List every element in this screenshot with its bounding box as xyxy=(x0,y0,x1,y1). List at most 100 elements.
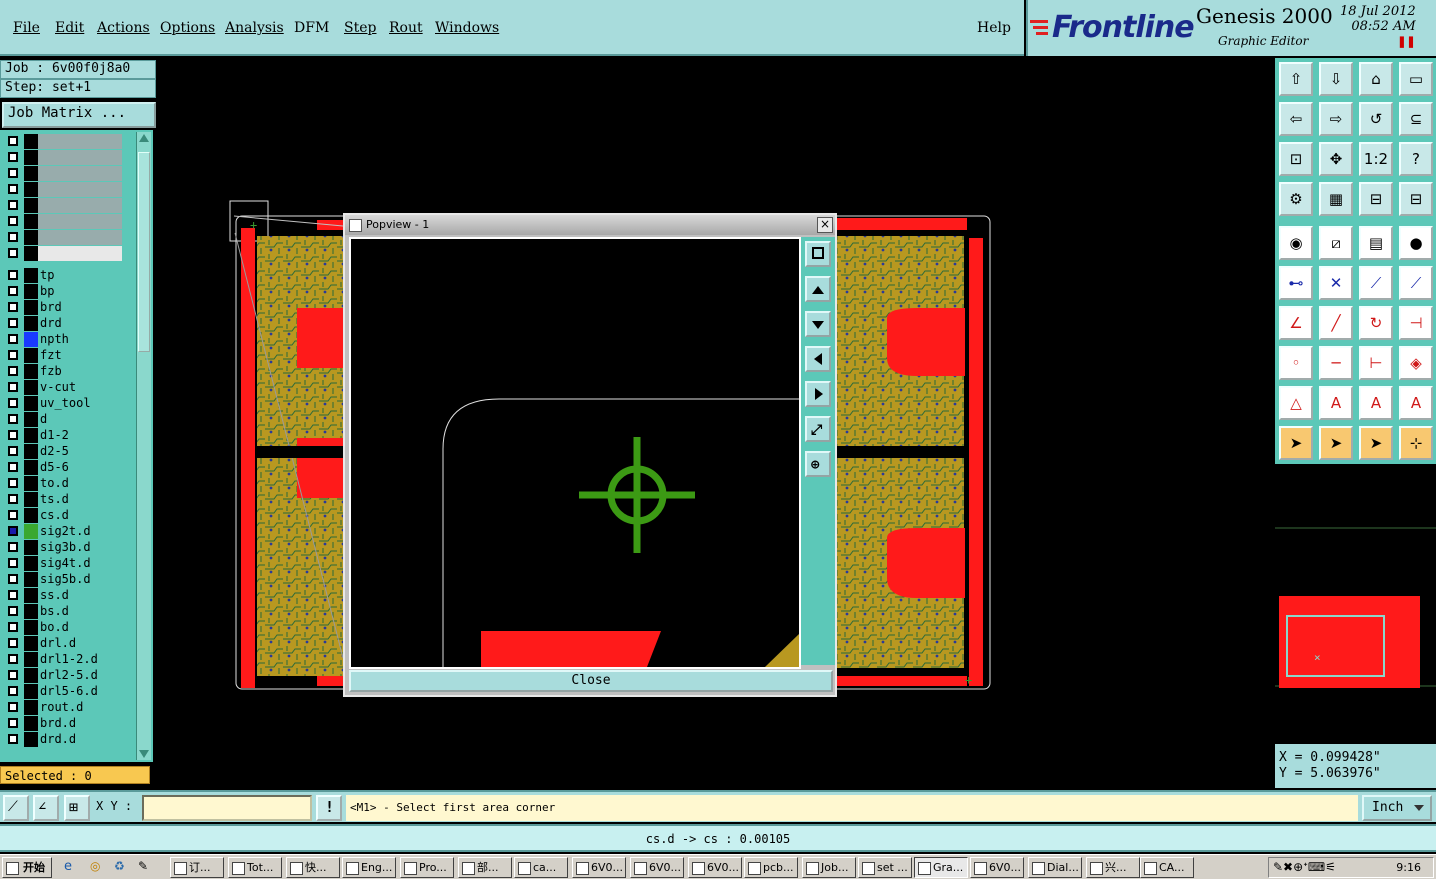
layer-name[interactable]: rout.d xyxy=(38,700,122,715)
zoom-all-tool-button[interactable]: ✥ xyxy=(1319,142,1353,176)
add-pad-tool-button[interactable]: ◦ xyxy=(1279,346,1313,380)
measure-tool-button[interactable]: ⊢ xyxy=(1359,346,1393,380)
fit-screen-tool-button[interactable]: ⊡ xyxy=(1279,142,1313,176)
layer-checkbox[interactable] xyxy=(8,232,18,242)
layer-name[interactable] xyxy=(38,134,122,149)
layer-name[interactable] xyxy=(38,214,122,229)
layer-color-swatch[interactable] xyxy=(24,348,38,363)
zoom-home-tool-button[interactable]: ⇧ xyxy=(1279,62,1313,96)
snap-button[interactable]: ⟋ xyxy=(3,795,29,821)
menu-step[interactable]: Step xyxy=(344,20,376,36)
layer-name[interactable]: bp xyxy=(38,284,122,299)
layer-checkbox[interactable] xyxy=(8,542,18,552)
taskbar-item[interactable]: 6V0... xyxy=(688,857,742,878)
layer-color-swatch[interactable] xyxy=(24,444,38,459)
layer-checkbox[interactable] xyxy=(8,414,18,424)
layer-row[interactable] xyxy=(4,134,122,149)
cut-tool-button[interactable]: ⧄ xyxy=(1319,226,1353,260)
taskbar-item[interactable]: CA... xyxy=(1140,857,1194,878)
layer-row[interactable]: brd.d xyxy=(4,716,122,731)
layer-name[interactable]: sig3b.d xyxy=(38,540,122,555)
layer-name[interactable]: drl2-5.d xyxy=(38,668,122,683)
layer-color-swatch[interactable] xyxy=(24,214,38,229)
browser-icon[interactable]: e xyxy=(64,859,72,874)
layer-checkbox[interactable] xyxy=(8,670,18,680)
layer-color-swatch[interactable] xyxy=(24,246,38,261)
menu-file[interactable]: File xyxy=(13,20,40,36)
snap-red-alt-tool-button[interactable]: ⊟ xyxy=(1399,182,1433,216)
layer-checkbox[interactable] xyxy=(8,654,18,664)
layer-checkbox[interactable] xyxy=(8,136,18,146)
layer-color-swatch[interactable] xyxy=(24,284,38,299)
select-net-tool-button[interactable]: ⊹ xyxy=(1399,426,1433,460)
layer-checkbox[interactable] xyxy=(8,270,18,280)
layer-color-swatch[interactable] xyxy=(24,182,38,197)
layer-name[interactable]: brd.d xyxy=(38,716,122,731)
layer-name[interactable] xyxy=(38,198,122,213)
layer-checkbox[interactable] xyxy=(8,430,18,440)
layer-row[interactable]: fzt xyxy=(4,348,122,363)
layer-checkbox[interactable] xyxy=(8,718,18,728)
layer-row[interactable]: ✎ss.d xyxy=(4,588,122,603)
network-icon[interactable]: ♻ xyxy=(114,859,125,873)
layer-row[interactable]: uv_tool xyxy=(4,396,122,411)
layer-name[interactable]: fzt xyxy=(38,348,122,363)
grid-button[interactable]: ⊞ xyxy=(64,795,90,821)
layer-name[interactable]: bo.d xyxy=(38,620,122,635)
taskbar-item[interactable]: Gra... xyxy=(914,857,968,878)
layer-name[interactable]: drl5-6.d xyxy=(38,684,122,699)
layer-checkbox[interactable] xyxy=(8,606,18,616)
layer-row[interactable]: d xyxy=(4,412,122,427)
layer-checkbox[interactable] xyxy=(8,216,18,226)
layer-row[interactable] xyxy=(4,150,122,165)
line-tool-button[interactable]: ╱ xyxy=(1319,306,1353,340)
layer-name[interactable]: uv_tool xyxy=(38,396,122,411)
layer-checkbox[interactable] xyxy=(8,638,18,648)
layer-color-swatch[interactable] xyxy=(24,556,38,571)
layer-color-swatch[interactable] xyxy=(24,364,38,379)
layer-color-swatch[interactable] xyxy=(24,524,38,539)
start-button[interactable]: 开始 xyxy=(2,857,52,878)
popview-canvas[interactable] xyxy=(349,237,801,669)
pan-right-button[interactable] xyxy=(805,381,831,407)
layer-checkbox[interactable] xyxy=(8,152,18,162)
xy-input[interactable] xyxy=(142,795,312,821)
mirror-tool-button[interactable]: ⊣ xyxy=(1399,306,1433,340)
layer-color-swatch[interactable] xyxy=(24,396,38,411)
layer-color-swatch[interactable] xyxy=(24,332,38,347)
layer-checkbox[interactable] xyxy=(8,526,18,536)
feature-select-tool-button[interactable]: ◉ xyxy=(1279,226,1313,260)
layer-checkbox[interactable] xyxy=(8,574,18,584)
layer-color-swatch[interactable] xyxy=(24,380,38,395)
layer-checkbox[interactable] xyxy=(8,318,18,328)
layer-name[interactable]: npth xyxy=(38,332,122,347)
layer-color-swatch[interactable] xyxy=(24,668,38,683)
layer-row[interactable]: npth xyxy=(4,332,122,347)
layer-row[interactable]: d2-5 xyxy=(4,444,122,459)
delete-tool-button[interactable]: ✕ xyxy=(1319,266,1353,300)
layer-name[interactable]: brd xyxy=(38,300,122,315)
units-selector[interactable]: Inch xyxy=(1362,795,1432,821)
menu-analysis[interactable]: Analysis xyxy=(225,20,284,36)
text-c-tool-button[interactable]: A xyxy=(1399,386,1433,420)
layer-color-swatch[interactable] xyxy=(24,572,38,587)
layer-name[interactable]: v-cut xyxy=(38,380,122,395)
menu-edit[interactable]: Edit xyxy=(55,20,84,36)
taskbar-item[interactable]: set ... xyxy=(858,857,912,878)
layer-row[interactable] xyxy=(4,166,122,181)
layer-name[interactable]: drd.d xyxy=(38,732,122,747)
layer-checkbox[interactable] xyxy=(8,168,18,178)
layer-row[interactable]: brd xyxy=(4,300,122,315)
layer-row[interactable] xyxy=(4,182,122,197)
layer-checkbox[interactable] xyxy=(8,248,18,258)
taskbar-item[interactable]: Job... xyxy=(802,857,856,878)
scroll-thumb[interactable] xyxy=(138,152,150,352)
zoom-fit-button[interactable] xyxy=(805,241,831,267)
layer-row[interactable]: v-cut xyxy=(4,380,122,395)
zoom-window-tool-button[interactable]: ▭ xyxy=(1399,62,1433,96)
triangle-tool-button[interactable]: △ xyxy=(1279,386,1313,420)
job-matrix-button[interactable]: Job Matrix ... xyxy=(2,102,156,128)
layer-row[interactable] xyxy=(4,214,122,229)
zoom-prev-tool-button[interactable]: ⇩ xyxy=(1319,62,1353,96)
taskbar-item[interactable]: Eng... xyxy=(342,857,396,878)
